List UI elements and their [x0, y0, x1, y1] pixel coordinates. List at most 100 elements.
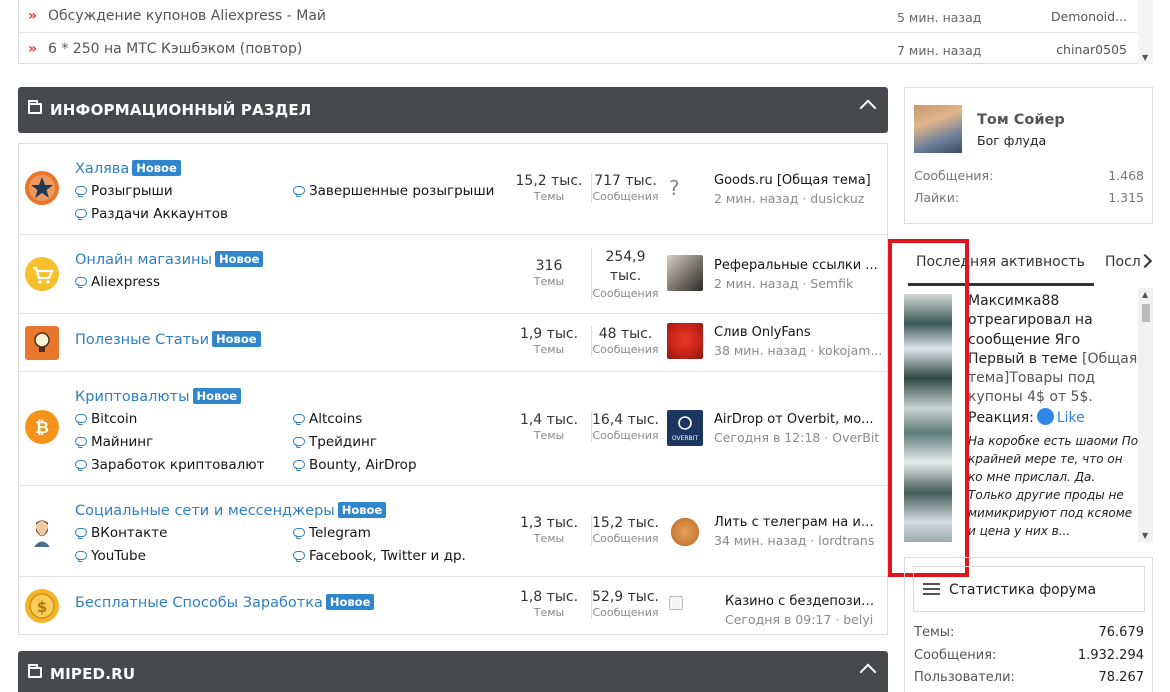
user-name[interactable]: Том Сойер [977, 112, 1065, 128]
threads-stat: 1,9 тыс. Темы [519, 326, 579, 356]
last-post[interactable]: ? Goods.ru [Общая тема] 2 мин. назад · d… [667, 172, 882, 212]
recent-thread-row[interactable]: » Обсуждение купонов Aliexpress - Май 5 … [19, 0, 1139, 33]
forum-row-useful-articles: Полезные Статьи Новое 1,9 тыс. Темы 48 тыс… [19, 314, 887, 372]
last-post[interactable]: Лить с телеграм на ин... 34 мин. назад ·… [667, 514, 882, 554]
stats-messages-row: Сообщения: 1.932.294 [914, 648, 1144, 663]
subforum-link[interactable]: Раздачи Аккаунтов [75, 206, 228, 222]
avatar[interactable] [914, 105, 962, 153]
messages-stat: 717 тыс. Сообщения [591, 173, 659, 203]
subforum-link[interactable]: YouTube [75, 548, 146, 564]
messages-stat: 52,9 тыс. Сообщения [591, 589, 659, 619]
forum-stats-title: Статистика форума [949, 582, 1097, 598]
subforum-link[interactable]: Bounty, AirDrop [293, 457, 417, 473]
last-post-title[interactable]: AirDrop от Overbit, мо... [714, 412, 880, 427]
bitcoin-icon: ₿ [25, 410, 59, 444]
last-post[interactable]: Казино с бездепозит... Сегодня в 09:17 ·… [667, 586, 882, 627]
forum-row-halyava: Халява Новое Розыгрыши Завершенные розыгр… [19, 144, 887, 235]
subforum-link[interactable]: Розыгрыши [75, 183, 173, 199]
user-card: Том Сойер Бог флуда Сообщения: 1.468 Лайк… [904, 87, 1153, 224]
subforum-link[interactable]: Трейдинг [293, 434, 377, 450]
scroll-down-icon[interactable]: ▼ [1142, 53, 1148, 62]
forum-title[interactable]: Криптовалюты Новое [75, 388, 242, 405]
forum-title[interactable]: Бесплатные Способы Заработка Новое [75, 594, 375, 611]
star-icon [25, 171, 59, 205]
last-post-title[interactable]: Goods.ru [Общая тема] [714, 173, 880, 188]
last-post-meta: Сегодня в 12:18 · OverBit [714, 430, 880, 445]
recent-thread-user[interactable]: chinar0505 [1056, 42, 1127, 57]
scroll-thumb[interactable] [1142, 304, 1150, 322]
subforum-link[interactable]: Telegram [293, 525, 371, 541]
subforum-link[interactable]: Заработок криптовалют [75, 457, 264, 473]
last-post-avatar[interactable] [667, 514, 703, 550]
messages-stat: 48 тыс. Сообщения [591, 326, 659, 356]
last-post-meta: 2 мин. назад · dusickuz [714, 191, 865, 206]
scroll-up-icon[interactable]: ▲ [1142, 290, 1148, 299]
chevron-up-icon[interactable] [859, 663, 877, 681]
subforum-link[interactable]: Майнинг [75, 434, 153, 450]
subforum-link[interactable]: Aliexpress [75, 274, 160, 290]
chat-bubbles-icon [75, 186, 87, 195]
chat-bubbles-icon [293, 460, 305, 469]
user-messages-row: Сообщения: 1.468 [914, 168, 1144, 183]
forum-title[interactable]: Онлайн магазины Новое [75, 251, 264, 268]
last-post-title[interactable]: Лить с телеграм на ин... [714, 515, 880, 530]
category-title[interactable]: MIPED.RU [50, 665, 135, 683]
last-post-meta: 2 мин. назад · Semfik [714, 276, 854, 291]
recent-thread-user[interactable]: Demonoid... [1051, 9, 1127, 24]
subforum-link[interactable]: Facebook, Twitter и др. [293, 548, 466, 564]
last-post-title[interactable]: Слив OnlyFans [714, 325, 880, 340]
last-post-avatar[interactable] [667, 255, 703, 291]
chat-bubbles-icon [75, 437, 87, 446]
recent-thread-title[interactable]: 6 * 250 на МТС Кэшбэком (повтор) [48, 41, 302, 57]
tab-next[interactable]: Посл [1105, 254, 1141, 270]
threads-stat: 1,8 тыс. Темы [519, 589, 579, 619]
forum-stats-header[interactable]: Статистика форума [913, 566, 1145, 612]
broken-image-icon[interactable] [669, 596, 683, 610]
chat-bubbles-icon [75, 460, 87, 469]
last-post-title[interactable]: Казино с бездепозит... [725, 594, 881, 609]
folder-icon [28, 664, 42, 678]
subforum-link[interactable]: ВКонтакте [75, 525, 167, 541]
forum-title[interactable]: Социальные сети и мессенджеры Новое [75, 502, 387, 519]
threads-stat: 316 Темы [533, 258, 565, 288]
forum-title[interactable]: Халява Новое [75, 160, 181, 177]
category-header-miped[interactable]: MIPED.RU [18, 651, 888, 692]
category-header-info[interactable]: ИНФОРМАЦИОННЫЙ РАЗДЕЛ [18, 87, 888, 133]
activity-scrollbar[interactable]: ▲ ▼ [1138, 288, 1153, 542]
last-post-meta: 34 мин. назад · lordtrans [714, 533, 875, 548]
subforum-link[interactable]: Bitcoin [75, 411, 137, 427]
last-post[interactable]: Слив OnlyFans 38 мин. назад · kokojam... [667, 323, 882, 363]
recent-thread-title[interactable]: Обсуждение купонов Aliexpress - Май [48, 8, 326, 24]
chat-bubbles-icon [293, 437, 305, 446]
chat-bubbles-icon [75, 277, 87, 286]
double-chevron-right-icon: » [28, 41, 37, 57]
last-post[interactable]: OVERBIT AirDrop от Overbit, мо... Сегодн… [667, 410, 882, 450]
forum-title[interactable]: Полезные Статьи Новое [75, 331, 261, 348]
chat-bubbles-icon [293, 414, 305, 423]
cart-icon [25, 257, 59, 291]
recent-threads-scrollbar[interactable]: ▼ [1138, 0, 1153, 64]
scroll-down-icon[interactable]: ▼ [1142, 531, 1148, 540]
recent-thread-row[interactable]: » 6 * 250 на МТС Кэшбэком (повтор) 7 мин… [19, 33, 1139, 64]
chevron-up-icon[interactable] [859, 99, 877, 117]
forum-row-social: Социальные сети и мессенджеры Новое ВКонт… [19, 486, 887, 577]
last-post-title[interactable]: Реферальные ссылки ... [714, 258, 880, 273]
chat-bubbles-icon [75, 414, 87, 423]
last-post-avatar[interactable] [667, 323, 703, 359]
recent-thread-time: 7 мин. назад [897, 43, 982, 58]
last-post[interactable]: Реферальные ссылки ... 2 мин. назад · Se… [667, 255, 882, 295]
forum-row-free-earnings: $ Бесплатные Способы Заработка Новое 1,8 … [19, 577, 887, 635]
svg-text:₿: ₿ [35, 418, 49, 438]
svg-text:$: $ [37, 598, 47, 616]
activity-reaction: Реакция: Like [968, 408, 1085, 426]
chat-bubbles-icon [75, 209, 87, 218]
forum-list: Халява Новое Розыгрыши Завершенные розыгр… [18, 143, 888, 635]
category-title[interactable]: ИНФОРМАЦИОННЫЙ РАЗДЕЛ [50, 101, 311, 119]
recent-thread-time: 5 мин. назад [897, 10, 982, 25]
overbit-avatar[interactable]: OVERBIT [667, 410, 703, 446]
messages-stat: 15,2 тыс. Сообщения [591, 515, 659, 545]
menu-icon [923, 583, 940, 585]
dollar-coin-icon: $ [25, 589, 59, 623]
subforum-link[interactable]: Завершенные розыгрыши [293, 183, 494, 199]
subforum-link[interactable]: Altcoins [293, 411, 362, 427]
